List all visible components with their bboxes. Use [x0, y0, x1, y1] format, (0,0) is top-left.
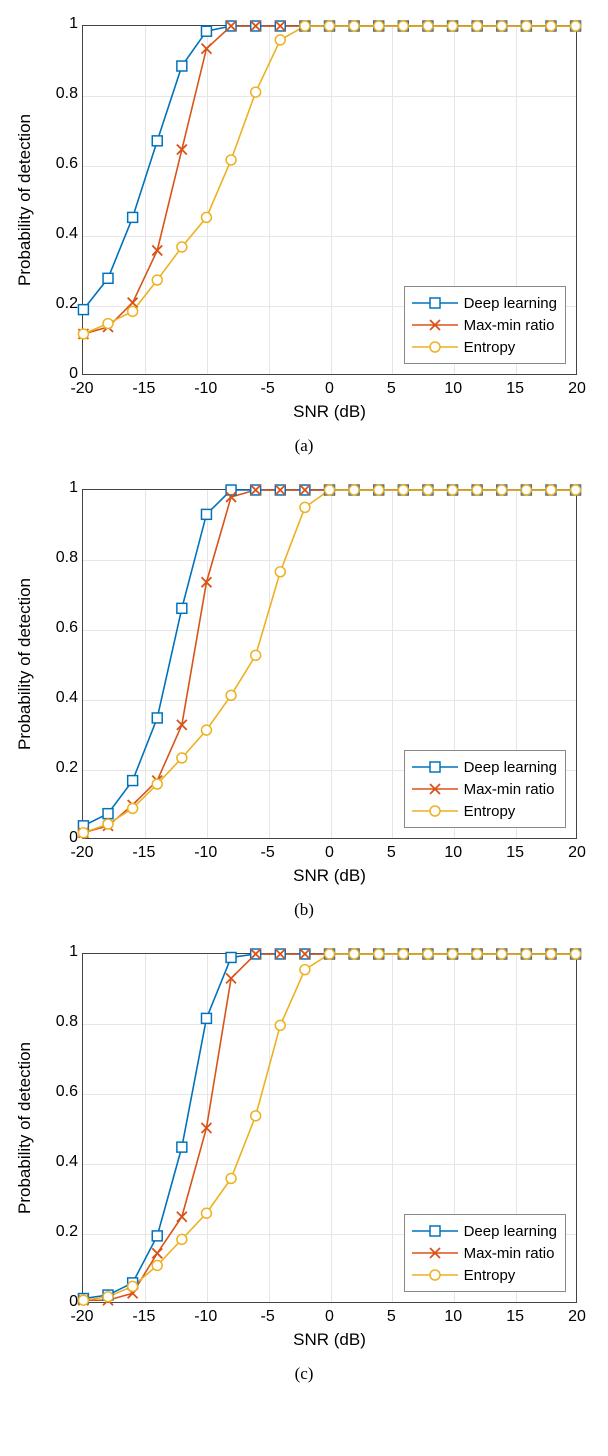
ytick-label: 0.6	[40, 155, 78, 173]
legend-swatch-icon	[410, 336, 460, 358]
plot-area: Deep learning Max-min ratio Entropy	[82, 489, 577, 839]
x-axis-label: SNR (dB)	[82, 866, 577, 886]
xtick-label: -20	[62, 844, 102, 862]
subplot-label: (b)	[10, 900, 598, 920]
ytick-label: 0.4	[40, 689, 78, 707]
xtick-label: 15	[495, 380, 535, 398]
xtick-label: -10	[186, 1308, 226, 1326]
legend-label: Deep learning	[464, 759, 557, 776]
xtick-label: -10	[186, 844, 226, 862]
legend: Deep learning Max-min ratio Entropy	[404, 750, 566, 828]
plot-outer: Probability of detection 00.20.40.60.81 …	[10, 10, 598, 430]
legend-entry: Max-min ratio	[410, 778, 557, 800]
xtick-label: 10	[433, 844, 473, 862]
xtick-label: 10	[433, 1308, 473, 1326]
y-axis-label: Probability of detection	[15, 953, 35, 1303]
chart-panel-1: Probability of detection 00.20.40.60.81 …	[10, 474, 598, 920]
subplot-label: (a)	[10, 436, 598, 456]
ytick-label: 0.8	[40, 1013, 78, 1031]
legend-swatch-icon	[410, 778, 460, 800]
legend: Deep learning Max-min ratio Entropy	[404, 1214, 566, 1292]
legend: Deep learning Max-min ratio Entropy	[404, 286, 566, 364]
legend-swatch-icon	[410, 1220, 460, 1242]
ytick-label: 0.2	[40, 759, 78, 777]
ytick-label: 0.4	[40, 225, 78, 243]
x-axis-label: SNR (dB)	[82, 402, 577, 422]
xtick-label: -5	[248, 844, 288, 862]
xtick-label: -5	[248, 380, 288, 398]
xtick-label: -15	[124, 1308, 164, 1326]
ytick-label: 1	[40, 479, 78, 497]
legend-entry: Entropy	[410, 336, 557, 358]
xtick-label: -15	[124, 844, 164, 862]
xtick-label: 15	[495, 1308, 535, 1326]
legend-label: Entropy	[464, 339, 516, 356]
y-axis-label: Probability of detection	[15, 25, 35, 375]
y-axis-label: Probability of detection	[15, 489, 35, 839]
xtick-label: 20	[557, 844, 597, 862]
legend-swatch-icon	[410, 1264, 460, 1286]
xtick-label: 20	[557, 1308, 597, 1326]
ytick-label: 1	[40, 943, 78, 961]
legend-swatch-icon	[410, 1242, 460, 1264]
x-axis-label: SNR (dB)	[82, 1330, 577, 1350]
ytick-label: 0.6	[40, 1083, 78, 1101]
xtick-label: 5	[371, 844, 411, 862]
plot-outer: Probability of detection 00.20.40.60.81 …	[10, 938, 598, 1358]
legend-label: Deep learning	[464, 295, 557, 312]
legend-label: Entropy	[464, 1267, 516, 1284]
legend-entry: Max-min ratio	[410, 1242, 557, 1264]
legend-label: Max-min ratio	[464, 781, 555, 798]
xtick-label: 0	[310, 380, 350, 398]
xtick-label: -15	[124, 380, 164, 398]
xtick-label: 5	[371, 380, 411, 398]
subplot-label: (c)	[10, 1364, 598, 1384]
plot-outer: Probability of detection 00.20.40.60.81 …	[10, 474, 598, 894]
xtick-label: -20	[62, 1308, 102, 1326]
chart-panel-2: Probability of detection 00.20.40.60.81 …	[10, 938, 598, 1384]
ytick-label: 0.6	[40, 619, 78, 637]
series-line-deep-learning	[83, 26, 575, 310]
xtick-label: -5	[248, 1308, 288, 1326]
legend-label: Max-min ratio	[464, 1245, 555, 1262]
xtick-label: 20	[557, 380, 597, 398]
ytick-label: 1	[40, 15, 78, 33]
legend-swatch-icon	[410, 292, 460, 314]
plot-area: Deep learning Max-min ratio Entropy	[82, 25, 577, 375]
legend-label: Max-min ratio	[464, 317, 555, 334]
legend-entry: Entropy	[410, 1264, 557, 1286]
legend-swatch-icon	[410, 800, 460, 822]
plot-area: Deep learning Max-min ratio Entropy	[82, 953, 577, 1303]
ytick-label: 0.2	[40, 1223, 78, 1241]
xtick-label: 0	[310, 844, 350, 862]
figure-container: Probability of detection 00.20.40.60.81 …	[0, 0, 608, 1384]
ytick-label: 0.8	[40, 549, 78, 567]
legend-entry: Deep learning	[410, 292, 557, 314]
chart-panel-0: Probability of detection 00.20.40.60.81 …	[10, 10, 598, 456]
ytick-label: 0.4	[40, 1153, 78, 1171]
legend-entry: Entropy	[410, 800, 557, 822]
legend-entry: Deep learning	[410, 1220, 557, 1242]
legend-entry: Max-min ratio	[410, 314, 557, 336]
legend-label: Deep learning	[464, 1223, 557, 1240]
xtick-label: 10	[433, 380, 473, 398]
legend-swatch-icon	[410, 314, 460, 336]
xtick-label: -20	[62, 380, 102, 398]
legend-entry: Deep learning	[410, 756, 557, 778]
xtick-label: 5	[371, 1308, 411, 1326]
xtick-label: 15	[495, 844, 535, 862]
legend-swatch-icon	[410, 756, 460, 778]
ytick-label: 0.8	[40, 85, 78, 103]
ytick-label: 0.2	[40, 295, 78, 313]
legend-label: Entropy	[464, 803, 516, 820]
xtick-label: -10	[186, 380, 226, 398]
xtick-label: 0	[310, 1308, 350, 1326]
